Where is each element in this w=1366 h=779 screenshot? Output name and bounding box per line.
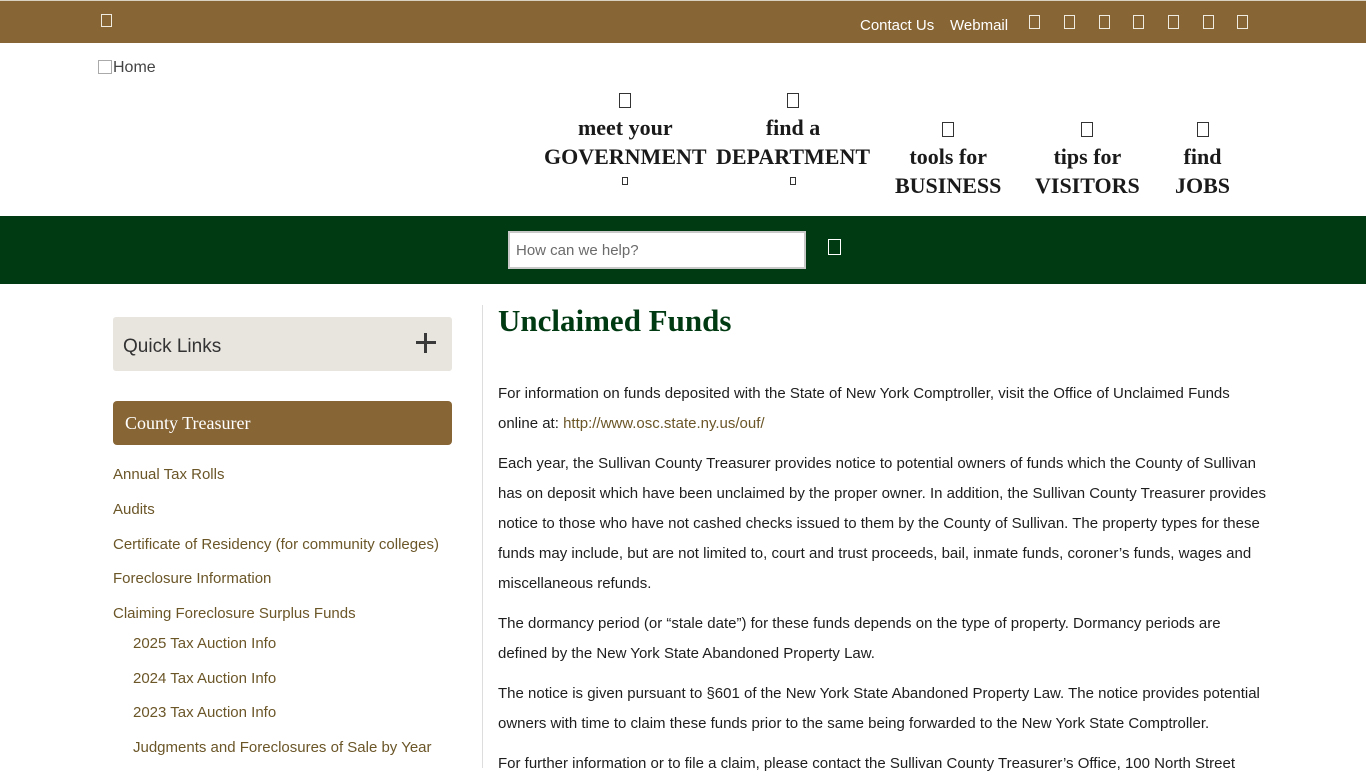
sidebar-subitem-2025-auction[interactable]: 2025 Tax Auction Info [133, 635, 276, 652]
social-icon-3[interactable] [1099, 15, 1110, 29]
visitors-icon [1081, 122, 1094, 137]
nav-label-line2: DEPARTMENT [716, 143, 871, 169]
menu-icon[interactable] [101, 14, 112, 27]
nav-label-line1: find a [765, 115, 821, 140]
sidebar-item-certificate-of-residency[interactable]: Certificate of Residency (for community … [113, 536, 439, 553]
nav-tools-for-business[interactable]: tools for BUSINESS [895, 122, 1001, 200]
sidebar-subitem-2024-auction[interactable]: 2024 Tax Auction Info [133, 670, 276, 687]
sidebar-subitem-judgments-by-year[interactable]: Judgments and Foreclosures of Sale by Ye… [133, 739, 432, 756]
nav-find-a-department[interactable]: find a DEPARTMENT [716, 93, 870, 185]
nav-label-line2: BUSINESS [895, 172, 1002, 198]
jobs-icon [1196, 122, 1209, 137]
search-icon[interactable] [828, 239, 841, 255]
search-input[interactable] [508, 231, 806, 269]
chevron-down-icon[interactable] [790, 177, 797, 185]
section-heading[interactable]: County Treasurer [113, 401, 452, 445]
paragraph-contact: For further information or to file a cla… [498, 755, 1236, 772]
nav-label-line2: GOVERNMENT [544, 143, 707, 169]
nav-label-line2: JOBS [1175, 172, 1231, 198]
business-icon [942, 122, 955, 137]
quick-links-label: Quick Links [123, 336, 222, 357]
paragraph-notice: Each year, the Sullivan County Treasurer… [498, 455, 1266, 592]
top-bar: Contact Us Webmail [0, 0, 1366, 43]
chevron-down-icon[interactable] [622, 177, 629, 185]
nav-label-line1: find [1183, 144, 1222, 169]
nav-tips-for-visitors[interactable]: tips for VISITORS [1035, 122, 1140, 200]
sidebar-subitem-2023-auction[interactable]: 2023 Tax Auction Info [133, 704, 276, 721]
broken-image-icon [98, 60, 112, 74]
nav-label-line1: meet your [577, 115, 673, 140]
content-divider [482, 305, 483, 768]
sidebar-item-audits[interactable]: Audits [113, 501, 155, 518]
department-icon [787, 93, 800, 108]
government-icon [619, 93, 632, 108]
social-icon-5[interactable] [1168, 15, 1179, 29]
logo-alt-text: Home [113, 59, 156, 76]
sidebar-item-claiming-surplus-funds[interactable]: Claiming Foreclosure Surplus Funds [113, 605, 356, 622]
contact-us-link[interactable]: Contact Us [860, 17, 934, 34]
webmail-link[interactable]: Webmail [950, 17, 1008, 34]
quick-links-toggle[interactable]: Quick Links [113, 317, 452, 371]
page-title: Unclaimed Funds [498, 303, 732, 338]
social-icon-7[interactable] [1237, 15, 1248, 29]
osc-unclaimed-funds-link[interactable]: http://www.osc.state.ny.us/ouf/ [563, 415, 764, 432]
social-icon-6[interactable] [1203, 15, 1214, 29]
social-icon-4[interactable] [1133, 15, 1144, 29]
paragraph-unclaimed-funds-info: For information on funds deposited with … [498, 379, 1270, 439]
nav-label-line1: tips for [1053, 144, 1122, 169]
home-logo[interactable]: Home [98, 59, 156, 77]
plus-icon[interactable] [416, 333, 436, 353]
nav-label-line1: tools for [909, 144, 987, 169]
nav-label-line2: VISITORS [1035, 172, 1140, 198]
paragraph-dormancy: The dormancy period (or “stale date”) fo… [498, 615, 1221, 662]
sidebar-item-foreclosure-information[interactable]: Foreclosure Information [113, 570, 271, 587]
section-heading-label: County Treasurer [125, 413, 251, 433]
paragraph-pursuant: The notice is given pursuant to §601 of … [498, 685, 1260, 732]
social-icon-1[interactable] [1029, 15, 1040, 29]
nav-meet-your-government[interactable]: meet your GOVERNMENT [544, 93, 707, 185]
nav-find-jobs[interactable]: find JOBS [1175, 122, 1230, 200]
sidebar-item-annual-tax-rolls[interactable]: Annual Tax Rolls [113, 466, 224, 483]
social-icon-2[interactable] [1064, 15, 1075, 29]
